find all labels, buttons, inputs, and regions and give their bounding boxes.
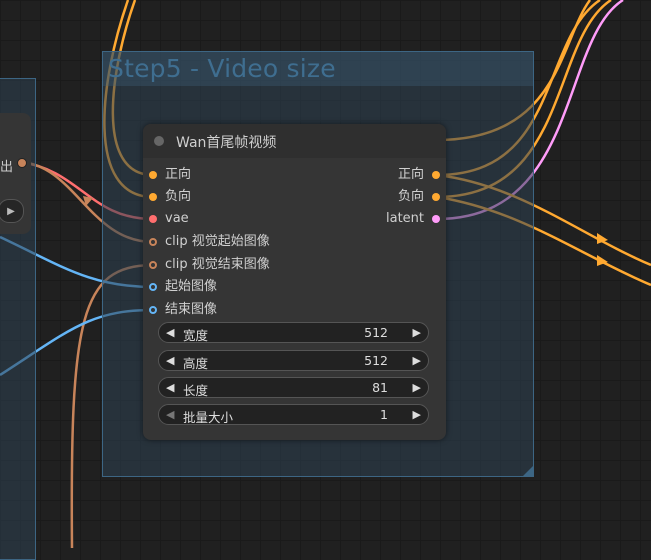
widget-length-decrement[interactable]: ◀: [166, 381, 174, 394]
widget-batch-size[interactable]: ◀ 批量大小 1 ▶: [158, 404, 429, 425]
input-clip-end-dot[interactable]: [149, 261, 157, 269]
widget-height-label: 高度: [183, 356, 209, 371]
input-vae-dot[interactable]: [149, 215, 157, 223]
output-negative-dot[interactable]: [432, 193, 440, 201]
widget-batch-size-value[interactable]: 1: [380, 407, 388, 422]
input-negative-label: 负向: [165, 189, 192, 204]
widget-width-value[interactable]: 512: [364, 325, 388, 340]
input-vae-label: vae: [165, 211, 189, 226]
widget-height-increment[interactable]: ▶: [413, 354, 421, 367]
widget-width-label: 宽度: [183, 328, 209, 343]
output-positive-dot[interactable]: [432, 171, 440, 179]
widget-batch-size-label: 批量大小: [183, 410, 234, 425]
input-start-image-dot[interactable]: [149, 283, 157, 291]
widget-batch-size-increment[interactable]: ▶: [413, 408, 421, 421]
left-node-output-dot[interactable]: [17, 158, 27, 168]
input-clip-start-dot[interactable]: [149, 238, 157, 246]
left-node-play-button[interactable]: ▶: [0, 199, 24, 223]
left-node-output-label: 出: [0, 160, 14, 175]
group-resize-handle[interactable]: [523, 466, 533, 476]
left-node[interactable]: 出 ▶: [0, 113, 31, 234]
group-title: Step5 - Video size: [108, 54, 336, 83]
output-positive-label: 正向: [397, 167, 424, 182]
input-positive-label: 正向: [165, 167, 192, 182]
output-negative-label: 负向: [397, 189, 424, 204]
input-clip-start-label: clip 视觉起始图像: [165, 234, 270, 249]
input-clip-end-label: clip 视觉结束图像: [165, 257, 270, 272]
widget-length-label: 长度: [183, 383, 209, 398]
node-title: Wan首尾帧视频: [176, 135, 277, 151]
widget-height-value[interactable]: 512: [364, 353, 388, 368]
widget-batch-size-decrement[interactable]: ◀: [166, 408, 174, 421]
widget-width-increment[interactable]: ▶: [413, 326, 421, 339]
widget-width[interactable]: ◀ 宽度 512 ▶: [158, 322, 429, 343]
input-end-image-dot[interactable]: [149, 306, 157, 314]
widget-height[interactable]: ◀ 高度 512 ▶: [158, 350, 429, 371]
node-collapse-dot[interactable]: [154, 136, 164, 146]
output-latent-label: latent: [385, 211, 424, 226]
widget-length[interactable]: ◀ 长度 81 ▶: [158, 377, 429, 398]
output-latent-dot[interactable]: [432, 215, 440, 223]
widget-length-increment[interactable]: ▶: [413, 381, 421, 394]
node-header[interactable]: Wan首尾帧视频: [143, 124, 446, 158]
input-positive-dot[interactable]: [149, 171, 157, 179]
widget-length-value[interactable]: 81: [372, 380, 388, 395]
node-wan-first-last-frame[interactable]: Wan首尾帧视频 正向 负向 vae clip 视觉起始图像 clip 视觉结束…: [143, 124, 446, 440]
widget-width-decrement[interactable]: ◀: [166, 326, 174, 339]
input-start-image-label: 起始图像: [165, 279, 218, 294]
input-negative-dot[interactable]: [149, 193, 157, 201]
widget-height-decrement[interactable]: ◀: [166, 354, 174, 367]
input-end-image-label: 结束图像: [165, 302, 218, 317]
